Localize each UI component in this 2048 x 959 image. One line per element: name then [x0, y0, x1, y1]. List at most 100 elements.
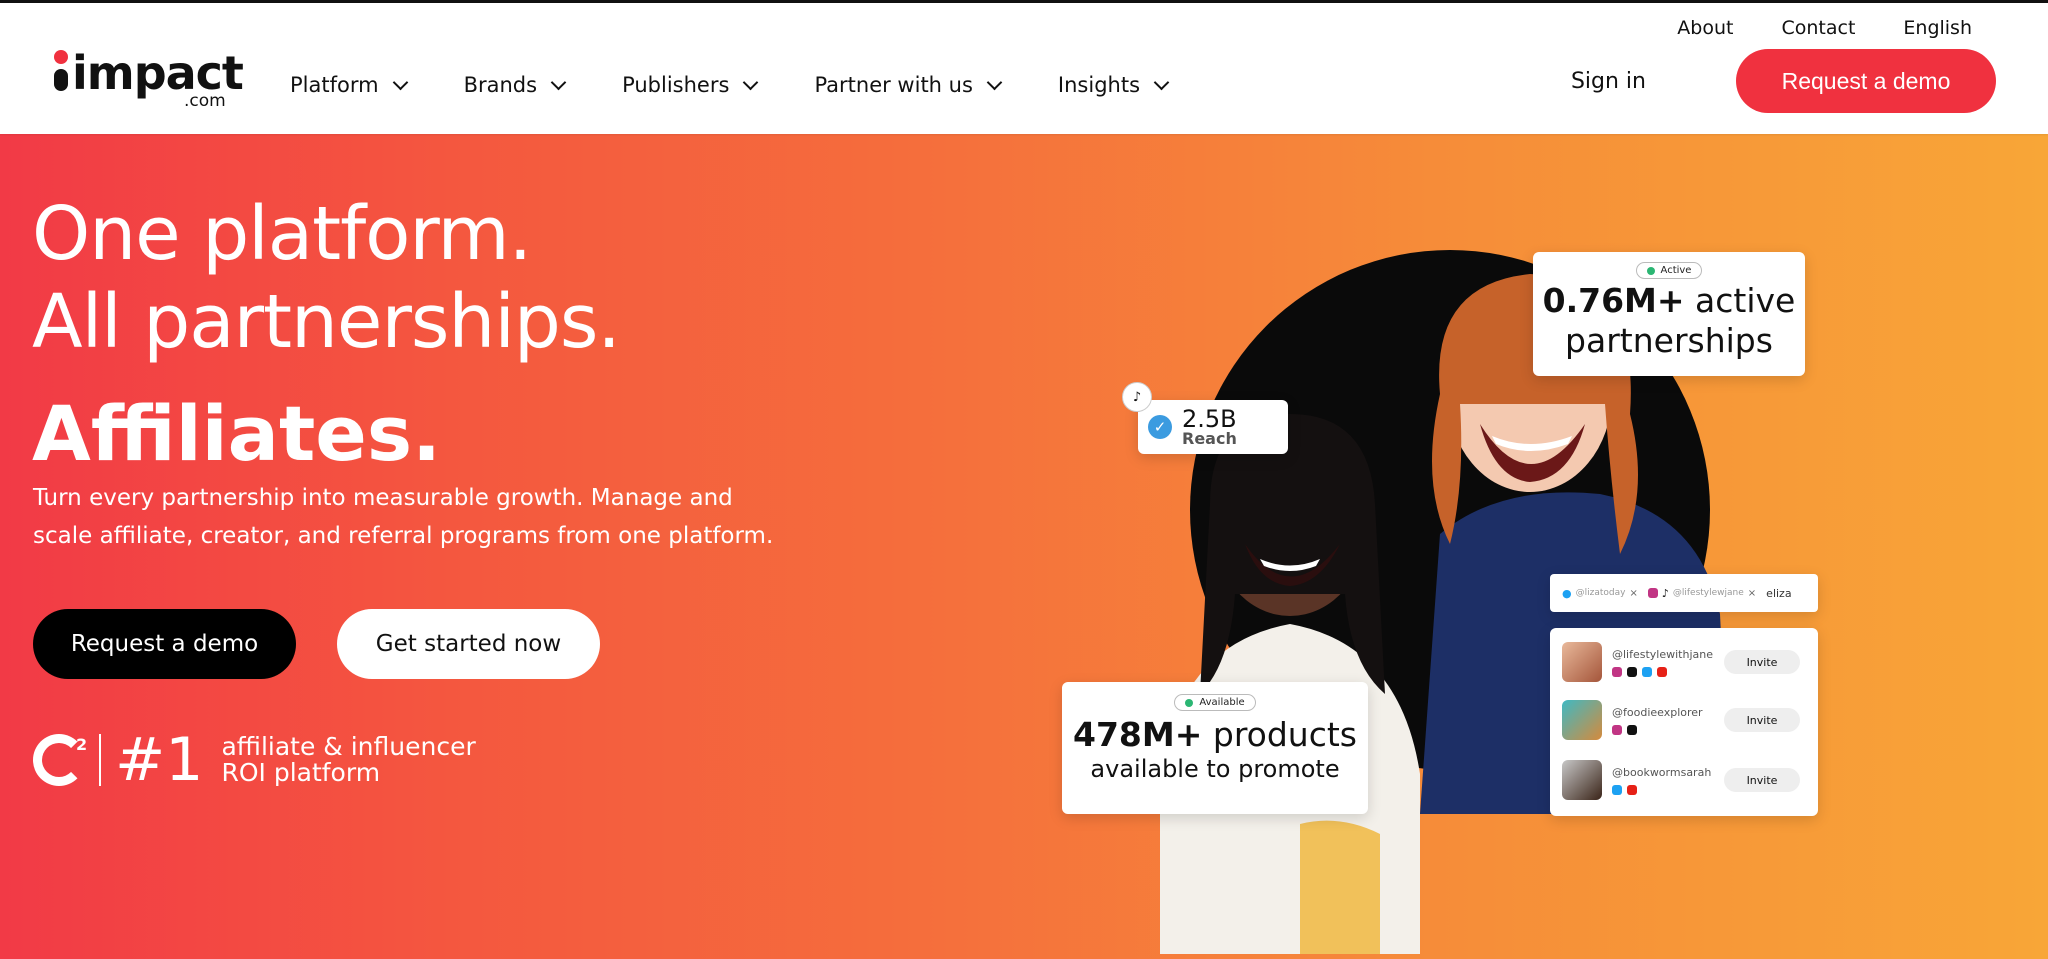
- headline-line-1: One platform.: [32, 191, 532, 277]
- chevron-down-icon: [1153, 74, 1170, 90]
- nav-platform[interactable]: Platform: [290, 73, 408, 97]
- active-number: 0.76M+: [1542, 281, 1685, 320]
- g2-text-line1: affiliate & influencer: [221, 732, 476, 761]
- search-tag-label: @lifestylewjane: [1672, 588, 1744, 598]
- active-text1: active: [1695, 281, 1796, 320]
- list-item: @foodieexplorer Invite: [1562, 696, 1810, 744]
- nav-platform-label: Platform: [290, 73, 379, 97]
- chevron-down-icon: [392, 74, 408, 90]
- creator-search-bar[interactable]: ● @lizatoday × ♪ @lifestylewjane × eliza: [1550, 574, 1818, 612]
- invite-button[interactable]: Invite: [1724, 650, 1800, 674]
- divider: [99, 734, 101, 786]
- status-badge-label: Available: [1199, 697, 1245, 708]
- youtube-icon: [1657, 666, 1667, 677]
- reach-number: 2.5B: [1182, 405, 1237, 433]
- creator-handle: @lifestylewithjane: [1612, 647, 1714, 661]
- search-tag: ♪ @lifestylewjane ×: [1647, 586, 1756, 600]
- reach-stat: 2.5B Reach: [1182, 407, 1237, 447]
- close-icon[interactable]: ×: [1748, 588, 1756, 599]
- nav-partner[interactable]: Partner with us: [814, 73, 1003, 97]
- instagram-icon: [1612, 666, 1622, 677]
- get-started-button[interactable]: Get started now: [337, 609, 600, 679]
- products-card: Available 478M+ products available to pr…: [1062, 682, 1368, 814]
- search-query[interactable]: eliza: [1766, 587, 1791, 600]
- g2-text: affiliate & influencer ROI platform: [221, 734, 475, 786]
- logo-bar-icon: [54, 69, 68, 91]
- social-icons: [1612, 784, 1711, 795]
- nav-publishers-label: Publishers: [622, 73, 730, 97]
- products-text1: products: [1212, 715, 1357, 754]
- impact-logo[interactable]: impact .com: [52, 45, 244, 115]
- contact-link[interactable]: Contact: [1781, 17, 1855, 39]
- hero-request-demo-button[interactable]: Request a demo: [33, 609, 296, 679]
- products-number: 478M+: [1073, 715, 1203, 754]
- nav-brands[interactable]: Brands: [463, 73, 567, 97]
- hero-subtitle: Turn every partnership into measurable g…: [33, 485, 774, 549]
- bell-icon: ♪: [1122, 382, 1152, 412]
- active-text2: partnerships: [1565, 321, 1773, 360]
- avatar: [1562, 642, 1602, 682]
- creator-list-card: @lifestylewithjane Invite @foodieexplore…: [1550, 628, 1818, 816]
- instagram-icon: [1647, 588, 1658, 598]
- nav-publishers[interactable]: Publishers: [622, 73, 759, 97]
- verified-check-icon: ✓: [1148, 415, 1172, 439]
- reach-card: ♪ ✓ 2.5B Reach: [1122, 382, 1288, 454]
- creator-handle: @foodieexplorer: [1612, 705, 1703, 719]
- twitter-icon: [1612, 784, 1622, 795]
- avatar: [1562, 700, 1602, 740]
- hero-headline: One platform. All partnerships.: [32, 190, 621, 366]
- active-partnerships-card: Active 0.76M+ active partnerships: [1533, 252, 1805, 376]
- about-link[interactable]: About: [1677, 17, 1733, 39]
- tiktok-icon: [1627, 724, 1637, 735]
- avatar: [1562, 760, 1602, 800]
- g2-logo-sup: 2: [76, 735, 88, 754]
- nav-insights-label: Insights: [1057, 73, 1141, 97]
- chevron-down-icon: [550, 74, 567, 90]
- site-header: impact .com Platform Brands Publishers P…: [0, 3, 2048, 134]
- request-demo-button[interactable]: Request a demo: [1736, 49, 1996, 113]
- products-text2: available to promote: [1090, 755, 1340, 783]
- language-selector[interactable]: English: [1903, 17, 1972, 39]
- search-tag-label: @lizatoday: [1575, 588, 1626, 598]
- status-badge: Active: [1635, 262, 1703, 279]
- social-icons: [1612, 724, 1703, 735]
- chevron-down-icon: [986, 74, 1003, 90]
- g2-award: 2 #1 affiliate & influencer ROI platform: [33, 730, 476, 790]
- status-dot-icon: [1646, 266, 1655, 275]
- utility-nav: About Contact English: [1677, 17, 1972, 39]
- status-badge-label: Active: [1660, 265, 1692, 276]
- nav-insights[interactable]: Insights: [1057, 73, 1170, 97]
- logo-dot-icon: [54, 50, 68, 64]
- status-dot-icon: [1185, 698, 1194, 707]
- youtube-icon: [1627, 784, 1637, 795]
- tiktok-icon: ♪: [1661, 586, 1669, 600]
- social-icons: [1612, 666, 1713, 677]
- nav-brands-label: Brands: [463, 73, 538, 97]
- rotating-word: Affiliates.: [32, 389, 441, 478]
- status-badge: Available: [1174, 694, 1256, 711]
- tiktok-icon: [1627, 666, 1637, 677]
- close-icon[interactable]: ×: [1629, 588, 1637, 599]
- headline-line-2: All partnerships.: [32, 279, 621, 365]
- list-item: @lifestylewithjane Invite: [1562, 638, 1810, 686]
- chevron-down-icon: [743, 74, 759, 90]
- reach-label: Reach: [1182, 429, 1237, 448]
- list-item: @bookwormsarah Invite: [1562, 756, 1810, 804]
- invite-button[interactable]: Invite: [1724, 708, 1800, 732]
- g2-logo-icon: 2: [33, 734, 88, 786]
- nav-partner-label: Partner with us: [814, 73, 973, 97]
- search-tag: ● @lizatoday ×: [1562, 587, 1638, 600]
- creator-handle: @bookwormsarah: [1612, 765, 1712, 779]
- products-stat: 478M+ products: [1062, 715, 1368, 755]
- twitter-icon: ●: [1562, 586, 1572, 600]
- hero-section: One platform. All partnerships. Affiliat…: [0, 134, 2048, 959]
- instagram-icon: [1612, 724, 1622, 735]
- invite-button[interactable]: Invite: [1724, 768, 1800, 792]
- main-nav: Platform Brands Publishers Partner with …: [290, 65, 1170, 105]
- g2-rank: #1: [115, 725, 204, 795]
- logo-suffix: .com: [184, 91, 226, 111]
- g2-text-line2: ROI platform: [221, 758, 381, 787]
- active-partnerships-stat: 0.76M+ active partnerships: [1533, 281, 1805, 361]
- twitter-icon: [1642, 666, 1652, 677]
- sign-in-link[interactable]: Sign in: [1571, 69, 1646, 94]
